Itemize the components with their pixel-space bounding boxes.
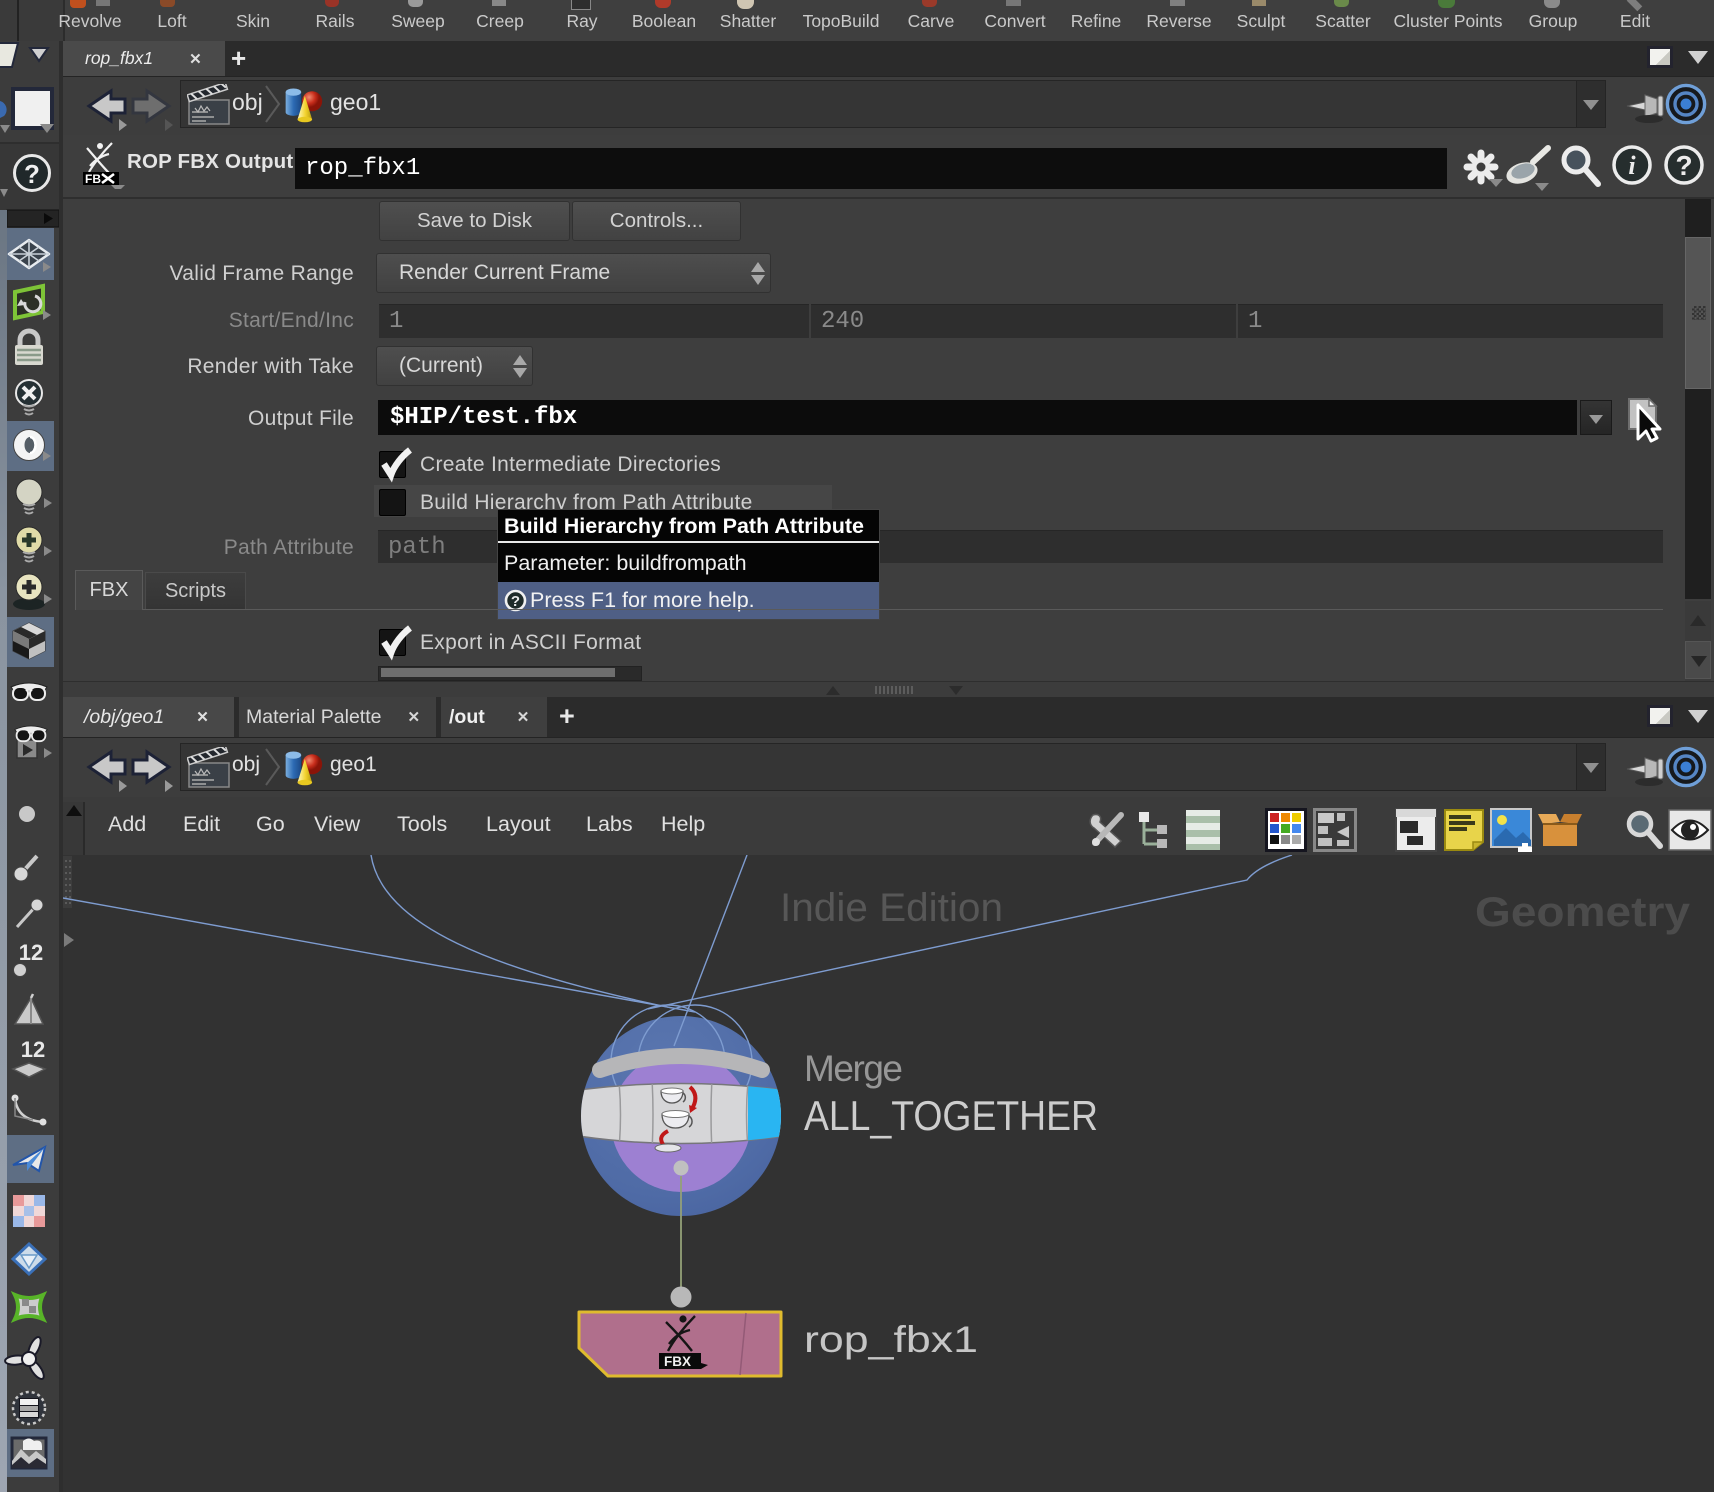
svg-text:Geometry: Geometry bbox=[1475, 888, 1691, 935]
svg-text:FB: FB bbox=[85, 172, 101, 186]
svg-text:FBX: FBX bbox=[664, 1354, 691, 1369]
svg-text:Merge: Merge bbox=[804, 1048, 903, 1089]
svg-text:Indie Edition: Indie Edition bbox=[780, 886, 1003, 930]
svg-text:rop_fbx1: rop_fbx1 bbox=[804, 1319, 978, 1360]
svg-text:?: ? bbox=[24, 159, 40, 189]
svg-text:12: 12 bbox=[19, 940, 43, 965]
svg-text:12: 12 bbox=[21, 1037, 45, 1062]
svg-text:?: ? bbox=[1675, 150, 1692, 181]
svg-text:i: i bbox=[1628, 151, 1636, 180]
svg-text:ALL_TOGETHER: ALL_TOGETHER bbox=[804, 1092, 1098, 1139]
svg-text:?: ? bbox=[511, 593, 520, 610]
